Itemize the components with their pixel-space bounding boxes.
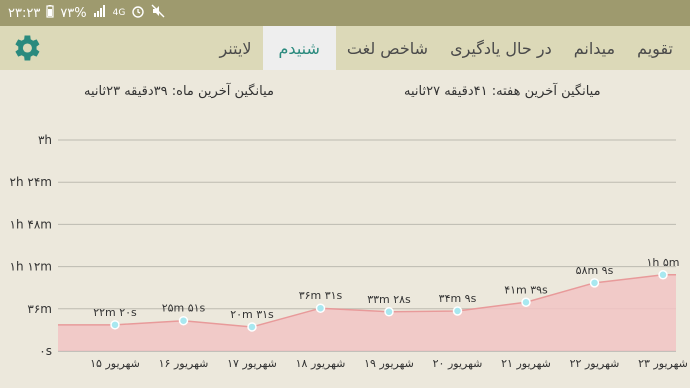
y-tick-label: ۳h xyxy=(38,133,52,147)
tab-word-index[interactable]: شاخص لغت xyxy=(336,26,439,70)
data-label: ۲۰m ۳۱s xyxy=(230,308,274,321)
x-tick-label: ۱۹ شهریور xyxy=(364,357,414,370)
tab-leitner[interactable]: لایتنر xyxy=(208,26,262,70)
alarm-icon xyxy=(131,4,145,22)
y-tick-label: ۱h ۴۸m xyxy=(10,217,52,231)
last-week-average: میانگین آخرین هفته: ۴۱دقیقه ۲۷ثانیه xyxy=(404,84,601,99)
data-point[interactable] xyxy=(315,303,326,313)
data-label: ۵۸m ۹s xyxy=(576,264,614,277)
status-bar: ۲۳:۲۳ ۷۳% 4G xyxy=(0,0,690,26)
y-axis-ticks: ۰s ۳۶m ۱h ۱۲m ۱h ۴۸m ۲h ۲۴m ۳h xyxy=(10,133,52,358)
data-point[interactable] xyxy=(247,322,257,332)
network-type: 4G xyxy=(112,8,126,18)
x-tick-label: ۲۰ شهریور xyxy=(433,357,483,370)
data-label: ۳۴m ۹s xyxy=(439,292,477,305)
data-point[interactable] xyxy=(452,306,463,316)
app-bar: تقویم میدانم در حال یادگیری شاخص لغت شنی… xyxy=(0,26,690,70)
x-tick-label: ۲۲ شهریور xyxy=(570,357,620,370)
settings-button[interactable] xyxy=(8,30,44,66)
tab-learning[interactable]: در حال یادگیری xyxy=(439,26,563,70)
x-tick-label: ۱۶ شهریور xyxy=(159,357,209,370)
data-point[interactable] xyxy=(589,278,600,288)
data-label: ۴۱m ۳۹s xyxy=(504,283,548,296)
x-tick-label: ۱۸ شهریور xyxy=(296,357,346,370)
tab-known[interactable]: میدانم xyxy=(563,26,626,70)
x-tick-label: ۱۷ شهریور xyxy=(227,357,277,370)
battery-icon xyxy=(46,4,54,22)
data-label: ۱h ۵m xyxy=(647,256,680,269)
listening-time-chart: ۰s ۳۶m ۱h ۱۲m ۱h ۴۸m ۲h ۲۴m ۳h ۲۲m ۲۰s ۲۵m ۵۱s… xyxy=(10,133,688,370)
y-tick-label: ۱h ۱۲m xyxy=(10,260,52,274)
y-tick-label: ۳۶m xyxy=(27,302,52,316)
data-point[interactable] xyxy=(521,297,531,308)
data-point[interactable] xyxy=(658,270,668,280)
data-label: ۳۳m ۲۸s xyxy=(367,293,411,306)
signal-icon xyxy=(93,5,107,21)
data-point[interactable] xyxy=(384,307,394,317)
y-tick-label: ۲h ۲۴m xyxy=(10,175,52,189)
battery-percent: ۷۳% xyxy=(60,5,87,21)
data-point[interactable] xyxy=(178,315,189,326)
y-tick-label: ۰s xyxy=(39,344,52,358)
tab-calendar[interactable]: تقویم xyxy=(626,26,684,70)
status-bar-left: ۲۳:۲۳ ۷۳% 4G xyxy=(8,4,165,22)
gear-icon xyxy=(15,35,40,61)
mute-icon xyxy=(151,4,165,22)
x-tick-label: ۱۵ شهریور xyxy=(90,357,140,370)
status-time: ۲۳:۲۳ xyxy=(8,5,41,21)
x-axis-ticks: ۱۵ شهریور ۱۶ شهریور ۱۷ شهریور ۱۸ شهریور ۱۹ ش… xyxy=(90,357,688,370)
x-tick-label: ۲۳ شهریور xyxy=(638,357,688,370)
last-month-average: میانگین آخرین ماه: ۳۹دقیقه ۲۳ثانیه xyxy=(84,84,274,99)
data-label: ۲۲m ۲۰s xyxy=(93,306,137,319)
data-label: ۲۵m ۵۱s xyxy=(162,302,206,315)
x-tick-label: ۲۱ شهریور xyxy=(501,357,551,370)
data-point[interactable] xyxy=(110,320,120,330)
tab-bar: تقویم میدانم در حال یادگیری شاخص لغت شنی… xyxy=(208,26,684,70)
data-label: ۳۶m ۳۱s xyxy=(299,289,343,302)
tab-listened[interactable]: شنیدم xyxy=(262,26,336,70)
